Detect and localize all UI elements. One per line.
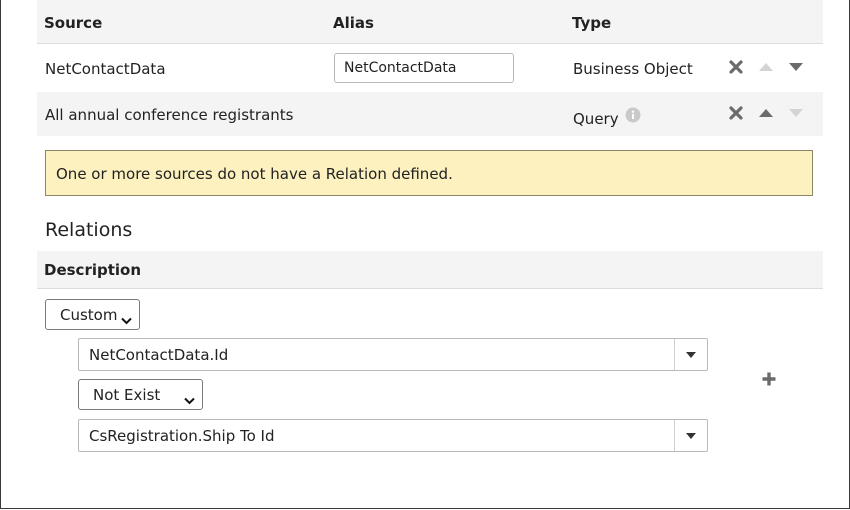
left-field-value: NetContactData.Id xyxy=(89,346,229,364)
source-name: All annual conference registrants xyxy=(45,106,294,124)
warning-message: One or more sources do not have a Relati… xyxy=(56,165,453,183)
plus-icon[interactable] xyxy=(761,371,777,391)
left-field-combobox[interactable]: NetContactData.Id xyxy=(78,338,708,371)
description-column-header: Description xyxy=(44,261,142,279)
source-type: Business Object xyxy=(573,60,693,78)
relation-type-select[interactable]: Custom xyxy=(45,299,140,330)
row-actions xyxy=(727,44,817,92)
source-type-cell: Query xyxy=(573,107,641,128)
source-type: Query xyxy=(573,110,619,128)
remove-x-icon[interactable] xyxy=(728,59,746,77)
alias-input[interactable] xyxy=(334,53,514,83)
operator-value: Not Exist xyxy=(93,386,161,404)
info-icon[interactable] xyxy=(625,107,641,127)
sources-table-header: Source Alias Type xyxy=(37,0,823,44)
relations-heading: Relations xyxy=(45,219,133,241)
sources-table: Source Alias Type NetContactData Busines… xyxy=(37,0,823,136)
warning-banner: One or more sources do not have a Relati… xyxy=(45,150,813,196)
move-down-icon[interactable] xyxy=(788,59,806,77)
dropdown-caret-icon[interactable] xyxy=(674,339,707,370)
move-up-icon[interactable] xyxy=(758,59,776,77)
table-row: All annual conference registrants Query xyxy=(37,92,823,136)
move-up-icon[interactable] xyxy=(758,105,776,123)
relation-type-value: Custom xyxy=(60,306,118,324)
move-down-icon[interactable] xyxy=(788,105,806,123)
row-actions xyxy=(727,92,817,136)
alias-column-header: Alias xyxy=(333,14,374,32)
source-column-header: Source xyxy=(44,14,103,32)
right-field-value: CsRegistration.Ship To Id xyxy=(89,427,275,445)
chevron-down-icon xyxy=(121,311,132,329)
relations-table-header: Description xyxy=(37,251,823,289)
chevron-down-icon xyxy=(184,391,195,409)
dropdown-caret-icon[interactable] xyxy=(674,420,707,451)
remove-x-icon[interactable] xyxy=(728,105,746,123)
table-row: NetContactData Business Object xyxy=(37,44,823,92)
source-name: NetContactData xyxy=(45,60,166,78)
operator-select[interactable]: Not Exist xyxy=(78,379,203,410)
type-column-header: Type xyxy=(572,14,612,32)
right-field-combobox[interactable]: CsRegistration.Ship To Id xyxy=(78,419,708,452)
